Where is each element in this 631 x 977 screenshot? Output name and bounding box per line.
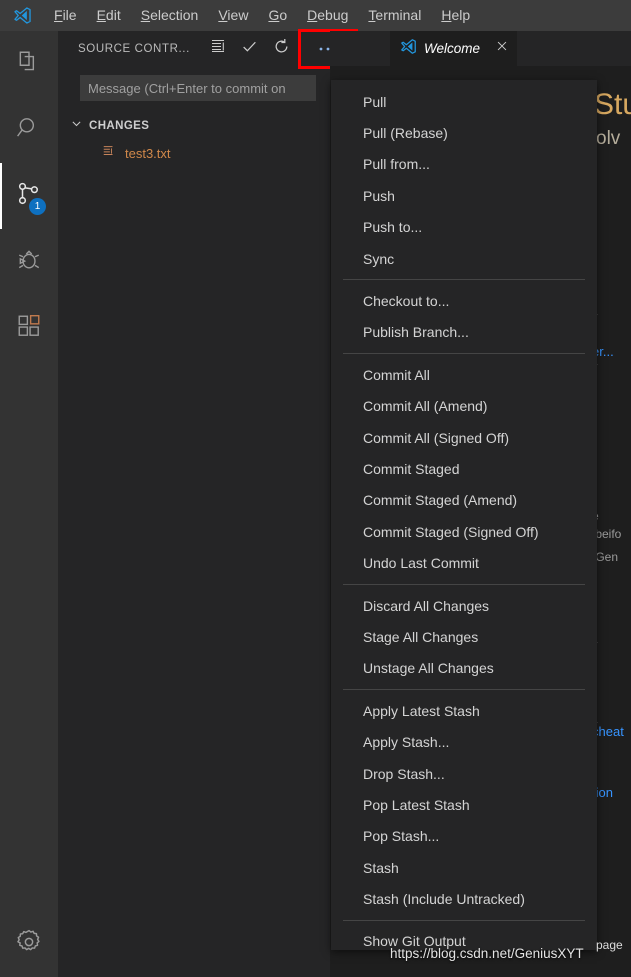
- tab-bar: Welcome: [330, 31, 631, 66]
- menu-item-stage-all-changes[interactable]: Stage All Changes: [331, 621, 597, 652]
- menubar-item-edit-rest: dit: [105, 7, 121, 23]
- menu-item-unstage-all-changes[interactable]: Unstage All Changes: [331, 653, 597, 684]
- list-item[interactable]: test3.txt: [58, 142, 330, 164]
- menubar-item-file-rest: ile: [62, 7, 77, 23]
- menu-item-commit-staged-signed-off[interactable]: Commit Staged (Signed Off): [331, 516, 597, 547]
- menubar-item-help-mnemonic: H: [441, 7, 452, 23]
- watermark-extra: page: [596, 938, 623, 952]
- menu-item-sync[interactable]: Sync: [331, 243, 597, 274]
- menu-item-pull[interactable]: Pull: [331, 86, 597, 117]
- menu-item-apply-stash[interactable]: Apply Stash...: [331, 726, 597, 757]
- watermark-url: https://blog.csdn.net/GeniusXYT: [390, 946, 584, 961]
- files-icon: [16, 49, 42, 80]
- chevron-down-icon: [70, 117, 83, 135]
- commit-message-placeholder: Message (Ctrl+Enter to commit on: [88, 80, 286, 96]
- menu-item-stash-include-untracked[interactable]: Stash (Include Untracked): [331, 883, 597, 914]
- menubar-item-edit-mnemonic: E: [96, 7, 106, 23]
- menu-item-checkout-to[interactable]: Checkout to...: [331, 285, 597, 316]
- welcome-heading-fragment: Stu: [594, 88, 631, 121]
- source-control-badge: 1: [29, 198, 46, 215]
- menubar-item-file[interactable]: File: [44, 0, 87, 31]
- activity-item-settings[interactable]: [0, 917, 58, 971]
- refresh-icon: [273, 38, 290, 60]
- text-file-icon: [102, 144, 116, 163]
- menu-item-apply-latest-stash[interactable]: Apply Latest Stash: [331, 695, 597, 726]
- file-name-label: test3.txt: [125, 145, 171, 161]
- menu-item-drop-stash[interactable]: Drop Stash...: [331, 758, 597, 789]
- menu-separator: [343, 279, 585, 281]
- menubar-item-terminal[interactable]: Terminal: [358, 0, 431, 31]
- activity-item-debug[interactable]: [0, 229, 58, 295]
- menubar-item-file-mnemonic: F: [54, 7, 63, 23]
- menubar-item-view[interactable]: View: [208, 0, 258, 31]
- menu-item-publish-branch[interactable]: Publish Branch...: [331, 317, 597, 348]
- menu-separator: [343, 919, 585, 921]
- menubar-item-go-rest: o: [279, 7, 288, 23]
- close-icon[interactable]: [495, 39, 509, 58]
- menu-item-pull-rebase[interactable]: Pull (Rebase): [331, 117, 597, 148]
- changes-section-header[interactable]: CHANGES: [58, 115, 330, 137]
- activity-item-extensions[interactable]: [0, 295, 58, 361]
- sidebar-source-control: SOURCE CONTR... Message (Ctrl+Enter to c…: [58, 28, 358, 977]
- menu-bar: File Edit Selection View Go Debug Termin…: [0, 0, 631, 31]
- menubar-item-terminal-rest: erminal: [375, 7, 422, 23]
- menu-separator: [343, 689, 585, 691]
- check-icon: [241, 38, 258, 60]
- refresh-button[interactable]: [268, 35, 296, 63]
- menu-item-push-to[interactable]: Push to...: [331, 212, 597, 243]
- menubar-item-help[interactable]: Help: [431, 0, 480, 31]
- menu-item-discard-all-changes[interactable]: Discard All Changes: [331, 590, 597, 621]
- menu-item-commit-all-signed-off[interactable]: Commit All (Signed Off): [331, 422, 597, 453]
- menu-item-commit-all-amend[interactable]: Commit All (Amend): [331, 391, 597, 422]
- menu-separator: [343, 583, 585, 585]
- menu-separator: [343, 353, 585, 355]
- activity-item-source-control[interactable]: 1: [0, 163, 58, 229]
- vscode-window: File Edit Selection View Go Debug Termin…: [0, 0, 631, 977]
- commit-message-input[interactable]: Message (Ctrl+Enter to commit on: [80, 75, 316, 101]
- menu-item-commit-all[interactable]: Commit All: [331, 359, 597, 390]
- menubar-item-edit[interactable]: Edit: [87, 0, 131, 31]
- activity-item-search[interactable]: [0, 97, 58, 163]
- tab-label: Welcome: [424, 41, 481, 56]
- vscode-logo-icon: [400, 38, 417, 60]
- tab-welcome[interactable]: Welcome: [390, 31, 518, 66]
- view-as-list-button[interactable]: [204, 35, 232, 63]
- debug-icon: [16, 247, 42, 278]
- extensions-icon: [16, 313, 42, 344]
- menubar-item-selection-rest: election: [150, 7, 199, 23]
- menu-item-pop-stash[interactable]: Pop Stash...: [331, 821, 597, 852]
- menu-item-commit-staged[interactable]: Commit Staged: [331, 453, 597, 484]
- menubar-item-debug-mnemonic: D: [307, 7, 318, 23]
- menubar-item-help-rest: elp: [451, 7, 471, 23]
- vscode-logo-icon: [0, 6, 44, 25]
- menubar-item-go-mnemonic: G: [268, 7, 280, 23]
- menubar-item-go[interactable]: Go: [258, 0, 297, 31]
- activity-item-explorer[interactable]: [0, 31, 58, 97]
- menubar-item-debug-rest: ebug: [317, 7, 349, 23]
- changes-label: CHANGES: [89, 120, 150, 132]
- menu-item-stash[interactable]: Stash: [331, 852, 597, 883]
- search-icon: [16, 115, 42, 146]
- menu-item-push[interactable]: Push: [331, 180, 597, 211]
- commit-button[interactable]: [236, 35, 264, 63]
- welcome-subheading: olv: [596, 128, 621, 149]
- gear-icon: [15, 928, 43, 961]
- menu-item-commit-staged-amend[interactable]: Commit Staged (Amend): [331, 485, 597, 516]
- menu-item-pull-from[interactable]: Pull from...: [331, 149, 597, 180]
- menubar-item-view-rest: iew: [227, 7, 249, 23]
- menu-item-pop-latest-stash[interactable]: Pop Latest Stash: [331, 789, 597, 820]
- git-more-actions-menu: Pull Pull (Rebase) Pull from... Push Pus…: [331, 80, 597, 950]
- menubar-item-debug[interactable]: Debug: [297, 0, 358, 31]
- menubar-item-selection-mnemonic: S: [140, 7, 151, 23]
- sidebar-header: SOURCE CONTR...: [58, 28, 358, 69]
- sidebar-title: SOURCE CONTR...: [78, 42, 190, 55]
- menu-item-undo-last-commit[interactable]: Undo Last Commit: [331, 547, 597, 578]
- welcome-heading: Stu: [594, 88, 631, 122]
- list-icon: [210, 38, 226, 59]
- activity-bar: 1: [0, 31, 58, 977]
- menubar-item-selection[interactable]: Selection: [131, 0, 209, 31]
